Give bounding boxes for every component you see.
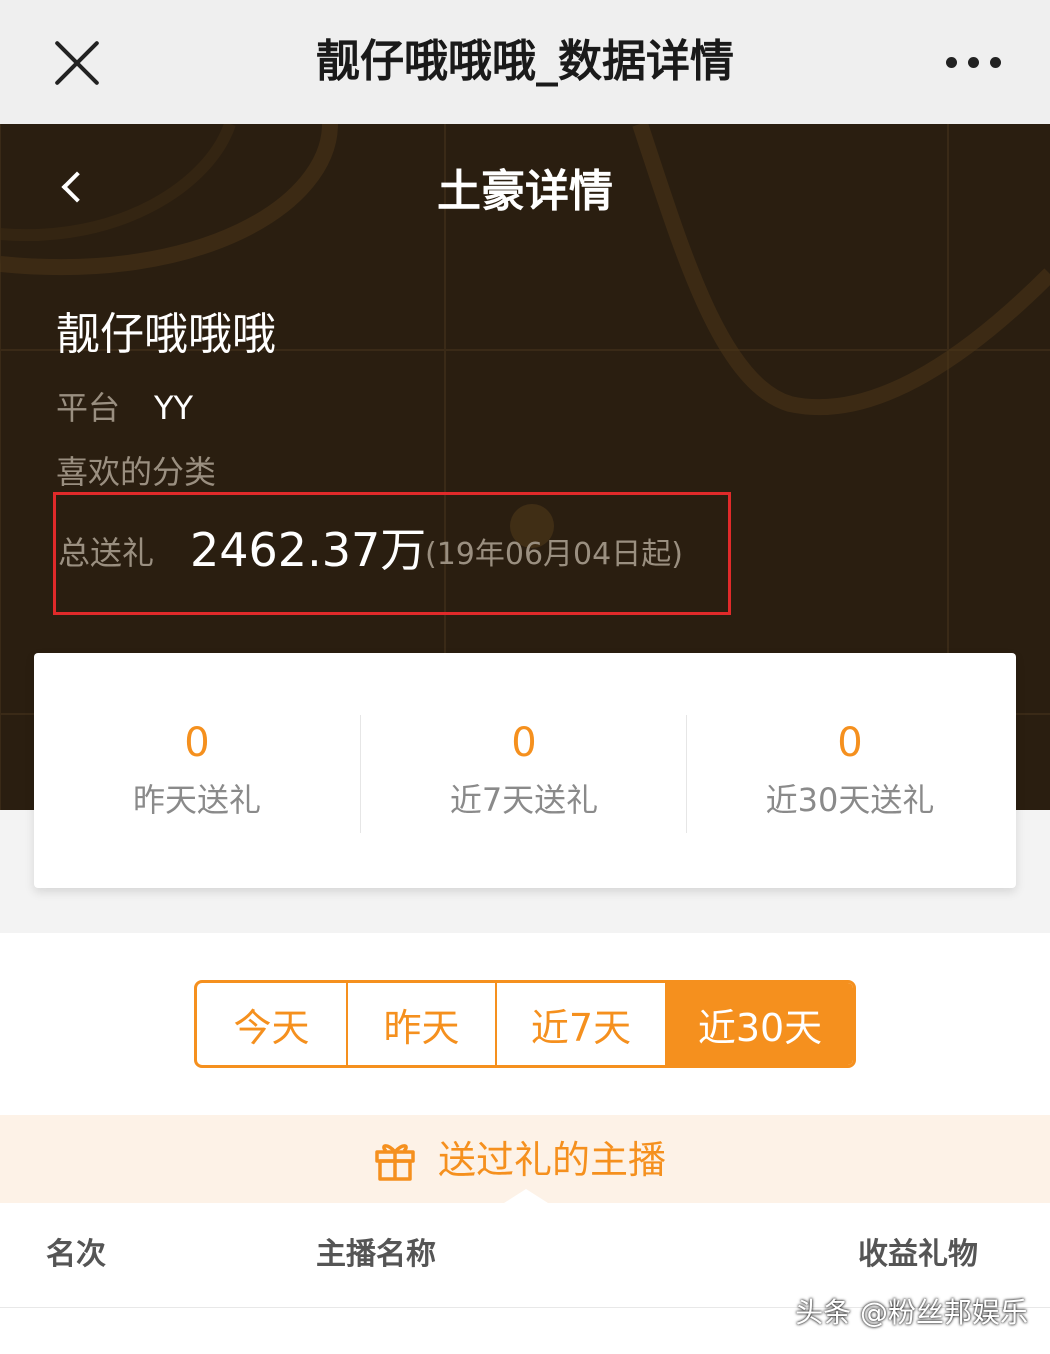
gift-icon <box>375 1144 415 1181</box>
stat-label: 昨天送礼 <box>132 781 261 819</box>
tab-today[interactable]: 今天 <box>197 983 346 1065</box>
tab-yesterday[interactable]: 昨天 <box>346 983 495 1065</box>
stat-yesterday: 0 昨天送礼 <box>34 653 360 888</box>
period-tabs: 今天 昨天 近7天 近30天 <box>194 980 856 1068</box>
stat-30days: 0 近30天送礼 <box>687 653 1013 888</box>
stat-value: 0 <box>837 720 863 766</box>
category-label: 喜欢的分类 <box>56 453 217 491</box>
stat-label: 近7天送礼 <box>449 781 599 819</box>
close-icon[interactable] <box>52 38 102 88</box>
tab-7days[interactable]: 近7天 <box>495 983 665 1065</box>
total-gift-value: 2462.37万 <box>190 523 427 577</box>
column-header-rank: 名次 <box>46 1237 106 1272</box>
total-gift-label: 总送礼 <box>58 534 155 572</box>
title-bar: 靓仔哦哦哦_数据详情 <box>0 0 1050 125</box>
back-icon[interactable] <box>58 170 86 210</box>
platform-value: YY <box>154 389 194 427</box>
user-name: 靓仔哦哦哦 <box>56 309 276 360</box>
total-gift-since: (19年06月04日起) <box>425 537 683 572</box>
page-title: 土豪详情 <box>437 166 613 217</box>
watermark: 头条 @粉丝邦娱乐 <box>795 1296 1028 1329</box>
stats-card: 0 昨天送礼 0 近7天送礼 0 近30天送礼 <box>34 653 1016 888</box>
banner-notch <box>504 1189 548 1203</box>
stat-7days: 0 近7天送礼 <box>361 653 687 888</box>
tab-30days[interactable]: 近30天 <box>665 983 853 1065</box>
column-header-anchor-name: 主播名称 <box>316 1237 436 1272</box>
stat-value: 0 <box>511 720 537 766</box>
column-header-gift-income: 收益礼物 <box>858 1237 978 1272</box>
gift-section-title: 送过礼的主播 <box>438 1138 667 1182</box>
more-icon[interactable] <box>946 57 1002 69</box>
platform-label: 平台 <box>56 389 121 427</box>
stat-value: 0 <box>184 720 210 766</box>
stat-label: 近30天送礼 <box>765 781 935 819</box>
window-title: 靓仔哦哦哦_数据详情 <box>316 36 734 87</box>
